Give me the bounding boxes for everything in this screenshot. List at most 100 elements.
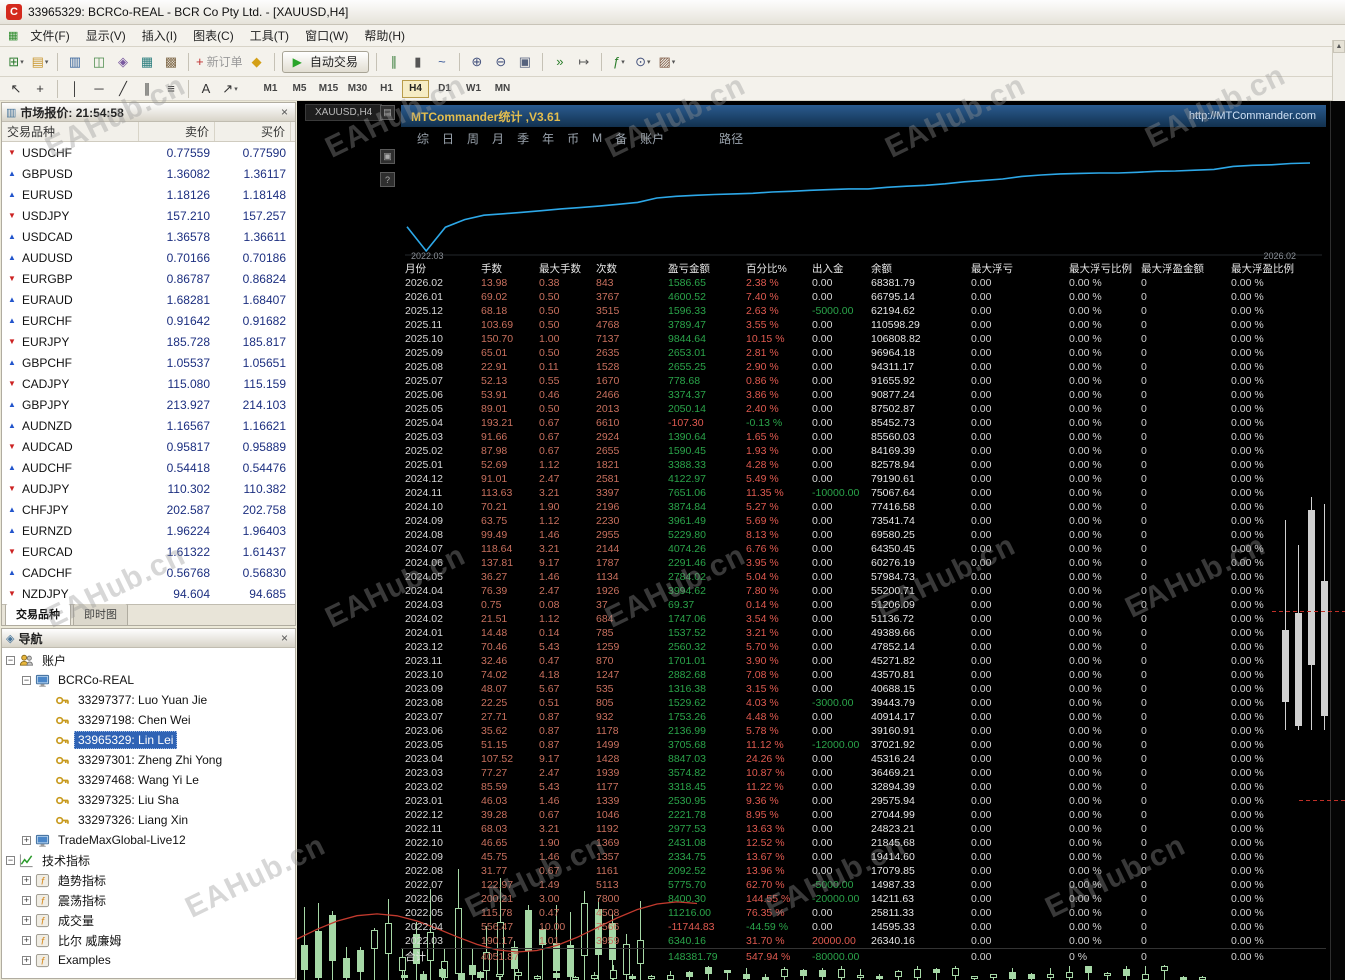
stats-menu-item[interactable]: M: [592, 131, 602, 145]
strategy-tester-toggle[interactable]: ▩: [160, 52, 182, 72]
close-icon[interactable]: ×: [278, 631, 291, 645]
new-chart-button[interactable]: ⊞ ▾: [5, 52, 27, 72]
dropdown-caret-icon[interactable]: ▾: [621, 58, 625, 66]
candlestick-chart-button[interactable]: ▮: [407, 52, 429, 72]
timeframe-w1[interactable]: W1: [460, 80, 487, 98]
market-watch-row[interactable]: ▲ AUDNZD 1.16567 1.16621 54: [2, 415, 295, 436]
tree-item[interactable]: 33297468: Wang Yi Le: [2, 770, 295, 790]
market-watch-toggle[interactable]: ▥: [64, 52, 86, 72]
tree-item[interactable]: − 账户: [2, 650, 295, 670]
tree-item[interactable]: − BCRCo-REAL: [2, 670, 295, 690]
menu-item[interactable]: 图表(C): [185, 25, 242, 46]
tree-item[interactable]: − 技术指标: [2, 850, 295, 870]
market-watch-row[interactable]: ▲ EURCHF 0.91642 0.91682 40: [2, 310, 295, 331]
timeframe-m30[interactable]: M30: [344, 80, 371, 98]
tree-item[interactable]: + 趋势指标: [2, 870, 295, 890]
tile-windows-button[interactable]: ▣: [514, 52, 536, 72]
autotrading-button[interactable]: ▶ 自动交易: [281, 50, 369, 73]
dropdown-caret-icon[interactable]: ▾: [672, 58, 676, 66]
tree-item[interactable]: + Examples: [2, 950, 295, 970]
market-watch-row[interactable]: ▼ EURJPY 185.728 185.817 89: [2, 331, 295, 352]
stats-url[interactable]: http://MTCommander.com: [1189, 110, 1316, 122]
market-watch-row[interactable]: ▲ GBPUSD 1.36082 1.36117 35: [2, 163, 295, 184]
market-watch-row[interactable]: ▲ USDCAD 1.36578 1.36611 33: [2, 226, 295, 247]
menu-item[interactable]: 文件(F): [22, 25, 77, 46]
stats-menu-item[interactable]: 月: [492, 130, 504, 147]
stats-menu-item[interactable]: 年: [542, 130, 554, 147]
dropdown-caret-icon[interactable]: ▾: [647, 58, 651, 66]
expand-box-icon[interactable]: +: [22, 875, 31, 885]
expand-box-icon[interactable]: +: [22, 935, 31, 945]
stats-help-button[interactable]: ?: [380, 172, 395, 187]
cursor-tool[interactable]: ↖: [5, 79, 27, 99]
market-watch-row[interactable]: ▲ EURNZD 1.96224 1.96403 179: [2, 520, 295, 541]
market-watch-row[interactable]: ▼ USDJPY 157.210 157.257 47: [2, 205, 295, 226]
stats-menu-item[interactable]: 综: [417, 130, 429, 147]
menu-item[interactable]: 插入(I): [134, 25, 185, 46]
collapse-box-icon[interactable]: −: [6, 655, 15, 665]
market-watch-row[interactable]: ▲ AUDCHF 0.54418 0.54476 58: [2, 457, 295, 478]
auto-scroll-button[interactable]: »: [549, 52, 571, 72]
stats-settings-button[interactable]: ▣: [380, 149, 395, 164]
tree-item[interactable]: 33297325: Liu Sha: [2, 790, 295, 810]
horizontal-line-tool[interactable]: ─: [88, 79, 110, 99]
text-tool[interactable]: A: [195, 79, 217, 99]
market-watch-row[interactable]: ▼ CADJPY 115.080 115.159 79: [2, 373, 295, 394]
market-watch-row[interactable]: ▲ EURAUD 1.68281 1.68407 126: [2, 289, 295, 310]
dropdown-caret-icon[interactable]: ▾: [234, 85, 238, 93]
dropdown-caret-icon[interactable]: ▾: [20, 58, 24, 66]
menu-item[interactable]: 窗口(W): [297, 25, 356, 46]
chart-shift-button[interactable]: ↦: [573, 52, 595, 72]
tree-item[interactable]: + 成交量: [2, 910, 295, 930]
new-order-button[interactable]: + 新订单: [195, 52, 244, 72]
zoom-in-button[interactable]: ⊕: [466, 52, 488, 72]
timeframe-mn[interactable]: MN: [489, 80, 516, 98]
market-watch-row[interactable]: ▼ AUDCAD 0.95817 0.95889 72: [2, 436, 295, 457]
market-watch-row[interactable]: ▼ EURCAD 1.61322 1.61437 115: [2, 541, 295, 562]
expand-box-icon[interactable]: +: [22, 955, 31, 965]
expand-box-icon[interactable]: +: [22, 915, 31, 925]
tree-item[interactable]: 33297377: Luo Yuan Jie: [2, 690, 295, 710]
indicators-button[interactable]: ƒ ▾: [608, 52, 630, 72]
stats-menu-item[interactable]: 币: [567, 130, 579, 147]
line-chart-button[interactable]: ~: [431, 52, 453, 72]
menu-item[interactable]: 帮助(H): [356, 25, 413, 46]
collapse-box-icon[interactable]: −: [6, 855, 15, 865]
close-icon[interactable]: ×: [278, 105, 291, 119]
vertical-line-tool[interactable]: │: [64, 79, 86, 99]
tab-tick-chart[interactable]: 即时图: [73, 603, 128, 625]
bar-chart-button[interactable]: ∥: [383, 52, 405, 72]
market-watch-row[interactable]: ▲ GBPCHF 1.05537 1.05651 114: [2, 352, 295, 373]
market-watch-row[interactable]: ▼ EURGBP 0.86787 0.86824 37: [2, 268, 295, 289]
zoom-out-button[interactable]: ⊖: [490, 52, 512, 72]
market-watch-row[interactable]: ▼ AUDJPY 110.302 110.382 80: [2, 478, 295, 499]
tab-symbols[interactable]: 交易品种: [5, 603, 71, 625]
timeframe-m15[interactable]: M15: [315, 80, 342, 98]
tree-item[interactable]: 33297326: Liang Xin: [2, 810, 295, 830]
tree-item[interactable]: + TradeMaxGlobal-Live12: [2, 830, 295, 850]
timeframe-d1[interactable]: D1: [431, 80, 458, 98]
timeframe-h4[interactable]: H4: [402, 79, 429, 98]
channel-tool[interactable]: ∥: [136, 79, 158, 99]
stats-menu-item[interactable]: 备: [615, 130, 627, 147]
market-watch-row[interactable]: ▲ AUDUSD 0.70166 0.70186 20: [2, 247, 295, 268]
tree-item[interactable]: 33965329: Lin Lei: [2, 730, 295, 750]
stats-path-button[interactable]: 路径: [719, 130, 743, 147]
terminal-toggle[interactable]: ▦: [136, 52, 158, 72]
chart-tab[interactable]: XAUUSD,H4: [305, 104, 383, 121]
stats-menu-item[interactable]: 日: [442, 130, 454, 147]
menu-item[interactable]: 显示(V): [78, 25, 134, 46]
menu-item[interactable]: 工具(T): [242, 25, 297, 46]
trendline-tool[interactable]: ╱: [112, 79, 134, 99]
timeframe-h1[interactable]: H1: [373, 80, 400, 98]
expand-box-icon[interactable]: +: [22, 835, 31, 845]
fibonacci-tool[interactable]: ≡: [160, 79, 182, 99]
stats-menu-item[interactable]: 账户: [640, 130, 664, 147]
market-watch-row[interactable]: ▼ NZDJPY 94.604 94.685 81: [2, 583, 295, 604]
periods-button[interactable]: ⊙ ▾: [632, 52, 654, 72]
stats-menu-item[interactable]: 周: [467, 130, 479, 147]
market-watch-row[interactable]: ▲ CHFJPY 202.587 202.758 171: [2, 499, 295, 520]
crosshair-tool[interactable]: +: [29, 79, 51, 99]
timeframe-m1[interactable]: M1: [257, 80, 284, 98]
profiles-button[interactable]: ▤ ▾: [29, 52, 51, 72]
